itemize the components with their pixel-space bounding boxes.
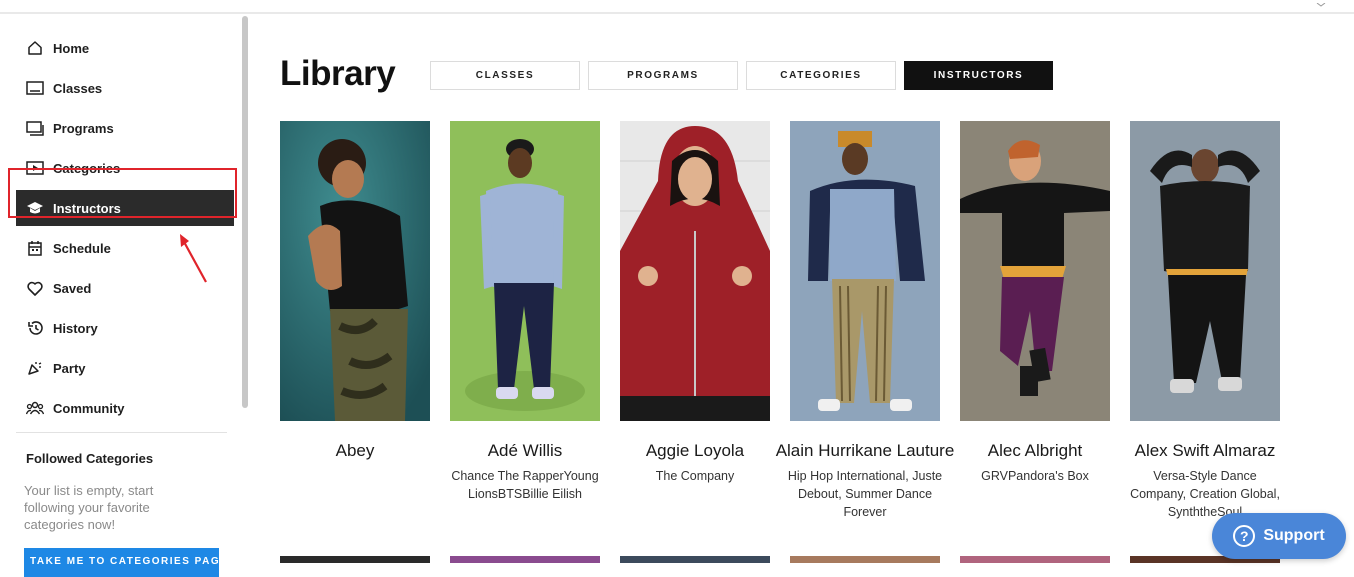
instructor-card[interactable]: Abey [280, 121, 430, 467]
instructor-photo[interactable] [620, 556, 770, 563]
instructor-name[interactable]: Alex Swift Almaraz [1110, 438, 1300, 463]
help-icon: ? [1233, 525, 1256, 547]
support-button[interactable]: ? Support [1212, 513, 1346, 559]
sidebar-item-instructors[interactable]: Instructors [16, 190, 234, 226]
instructor-photo[interactable] [280, 121, 430, 421]
annotation-arrow-icon [180, 234, 207, 283]
calendar-icon [26, 239, 44, 257]
instructor-photo[interactable] [960, 121, 1110, 421]
history-icon [26, 319, 44, 337]
tab-classes[interactable]: CLASSES [430, 61, 580, 90]
sidebar-item-label: Classes [53, 80, 103, 96]
sidebar-divider [16, 432, 227, 433]
instructor-photo[interactable] [1130, 121, 1280, 421]
party-icon [26, 359, 44, 377]
instructor-affiliation: GRVPandora's Box [981, 469, 1089, 483]
sidebar-scrollbar[interactable] [242, 16, 248, 408]
sidebar-item-label: Instructors [53, 200, 121, 216]
community-icon [26, 399, 44, 417]
instructor-card[interactable]: Aggie Loyola The Company [620, 121, 770, 485]
instructor-photo[interactable] [280, 556, 430, 563]
followed-categories-title: Followed Categories [26, 451, 154, 466]
sidebar-item-home[interactable]: Home [16, 30, 234, 66]
sidebar-item-classes[interactable]: Classes [16, 70, 234, 106]
instructor-name[interactable]: Alec Albright [940, 438, 1130, 463]
instructor-photo[interactable] [450, 121, 600, 421]
tab-instructors[interactable]: INSTRUCTORS [904, 61, 1053, 90]
tab-categories[interactable]: CATEGORIES [746, 61, 896, 90]
categories-icon [26, 159, 44, 177]
classes-icon [26, 79, 44, 97]
sidebar-item-programs[interactable]: Programs [16, 110, 234, 146]
heart-icon [26, 279, 44, 297]
sidebar-item-label: Saved [53, 280, 92, 296]
instructor-card[interactable]: Alex Swift Almaraz Versa-Style Dance Com… [1130, 121, 1280, 521]
instructor-card[interactable]: Alec Albright GRVPandora's Box [960, 121, 1110, 485]
instructor-name[interactable]: Alain Hurrikane Lauture [770, 438, 960, 463]
instructor-affiliation: Chance The RapperYoung LionsBTSBillie Ei… [451, 469, 599, 501]
instructor-photo[interactable] [450, 556, 600, 563]
followed-categories-empty-text: Your list is empty, start following your… [24, 483, 154, 532]
sidebar-item-history[interactable]: History [16, 310, 234, 346]
home-icon [26, 39, 44, 57]
instructor-card[interactable]: Adé Willis Chance The RapperYoung LionsB… [450, 121, 600, 503]
tab-programs[interactable]: PROGRAMS [588, 61, 738, 90]
sidebar-item-party[interactable]: Party [16, 350, 234, 386]
instructor-photo[interactable] [960, 556, 1110, 563]
programs-icon [26, 119, 44, 137]
instructor-name[interactable]: Aggie Loyola [600, 438, 790, 463]
sidebar-item-label: Categories [53, 160, 121, 176]
support-label: Support [1263, 527, 1325, 544]
page-title: Library [280, 54, 396, 93]
instructor-photo[interactable] [790, 121, 940, 421]
instructor-affiliation: The Company [655, 469, 735, 483]
corner-icon [1316, 0, 1326, 7]
instructor-photo[interactable] [620, 121, 770, 421]
instructor-photo[interactable] [790, 556, 940, 563]
instructor-name[interactable]: Adé Willis [430, 438, 620, 463]
sidebar-item-label: Community [53, 400, 125, 416]
sidebar-item-label: Party [53, 360, 86, 376]
sidebar-item-label: Programs [53, 120, 114, 136]
sidebar-item-community[interactable]: Community [16, 390, 234, 426]
sidebar-item-categories[interactable]: Categories [16, 150, 234, 186]
instructor-affiliation: Hip Hop International, Juste Debout, Sum… [787, 469, 943, 519]
sidebar-item-label: Schedule [53, 240, 111, 256]
sidebar-item-label: History [53, 320, 98, 336]
instructor-card[interactable]: Alain Hurrikane Lauture Hip Hop Internat… [776, 121, 954, 521]
sidebar-item-label: Home [53, 40, 90, 56]
sidebar: Home Classes Programs Categories Instruc… [0, 14, 248, 577]
instructor-name[interactable]: Abey [260, 438, 450, 463]
graduation-cap-icon [26, 199, 44, 217]
